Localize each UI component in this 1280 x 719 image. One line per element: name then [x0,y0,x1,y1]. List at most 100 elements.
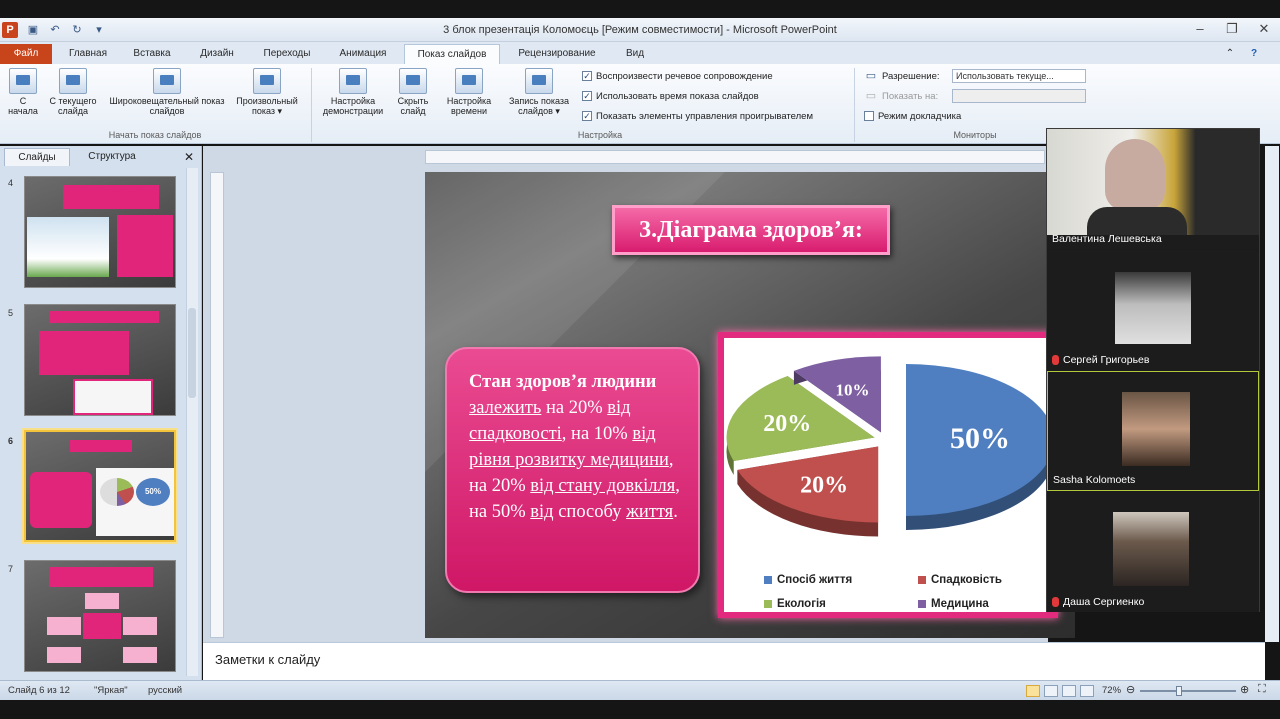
use-timings-checkbox[interactable]: ✓ Использовать время показа слайдов [582,88,852,104]
rehearse-timings-button[interactable]: Настройка времени [440,68,498,116]
slides-scrollbar[interactable] [186,168,198,676]
legend-item-ecology: Екологія [764,598,826,610]
video-participants-panel: Валентина Лешевська Сергей Григорьев Sas… [1046,128,1260,612]
chart-frame[interactable]: 50% 20% 20% 10% Спосіб життя Спадковість Ек… [718,332,1058,618]
tab-insert[interactable]: Вставка [122,44,182,64]
zoom-slider[interactable] [1140,690,1236,692]
show-on-dropdown[interactable] [952,89,1086,103]
normal-view-icon[interactable] [1026,685,1040,697]
thumb-image [73,379,153,415]
tab-slide-show[interactable]: Показ слайдов [404,44,500,64]
text-run: , на 10% [561,424,633,444]
thumb-text [117,215,173,277]
tab-outline[interactable]: Структура [74,148,150,166]
vertical-scrollbar[interactable] [1265,146,1279,642]
avatar [1115,272,1191,344]
slide-counter: Слайд 6 из 12 [8,685,70,696]
from-current-slide-button[interactable]: С текущего слайда [44,68,102,116]
scroll-thumb[interactable] [188,308,196,398]
ribbon-minimize-icon[interactable]: ⌃ [1220,44,1240,64]
tab-transitions[interactable]: Переходы [252,44,322,64]
slideshow-view-icon[interactable] [1080,685,1094,697]
group-separator [854,68,855,142]
tab-home[interactable]: Главная [58,44,118,64]
slide-text-box[interactable]: Стан здоров’я людини залежить на 20% від… [445,347,700,593]
text-run: життя [626,502,674,522]
legend-swatch [764,600,772,608]
minimize-icon[interactable]: – [1184,18,1216,40]
thumb-box [123,617,157,635]
show-media-controls-checkbox[interactable]: ✓ Показать элементы управления проигрыват… [582,108,852,124]
window-controls: – ❐ ✕ [1184,18,1280,42]
powerpoint-logo-icon[interactable]: P [2,22,18,38]
thumb-pie-left [100,478,134,506]
presenter-view-checkbox[interactable]: Режим докладчика [864,108,1086,124]
participant-tile-active[interactable]: Sasha Kolomoets [1047,371,1259,491]
slideshow-start-icon [9,68,37,94]
redo-icon[interactable]: ↻ [70,23,84,37]
tab-view[interactable]: Вид [614,44,656,64]
participant-name: Даша Сергиенко [1052,596,1144,608]
tab-animation[interactable]: Анимация [326,44,400,64]
play-narrations-checkbox[interactable]: ✓ Воспроизвести речевое сопровождение [582,68,852,84]
group-label-setup: Настройка [577,130,623,140]
fit-to-window-icon[interactable]: ⛶ [1258,683,1266,696]
resolution-dropdown[interactable]: Использовать текуще... [952,69,1086,83]
tab-review[interactable]: Рецензирование [504,44,610,64]
undo-icon[interactable]: ↶ [48,23,62,37]
reading-view-icon[interactable] [1062,685,1076,697]
notes-pane[interactable]: Заметки к слайду [203,642,1265,680]
participant-tile[interactable]: Сергей Григорьев [1047,250,1259,370]
close-pane-icon[interactable]: ✕ [180,148,198,166]
text-run: способу [553,502,627,522]
slide-thumbnail-6[interactable]: 50% [24,430,176,542]
zoom-out-icon[interactable]: ⊖ [1126,683,1135,696]
person-body [1087,207,1187,235]
slide-title[interactable]: 3.Діаграма здоров’я: [612,205,890,255]
group-label-monitors: Мониторы [953,130,997,140]
window-title: 3 блок презентація Коломоєць [Режим совм… [443,24,837,36]
setup-slideshow-button[interactable]: Настройка демонстрации [314,68,392,116]
group-label-start: Начать показ слайдов [108,130,202,140]
setup-show-icon [339,68,367,94]
monitors-group: ▭ Разрешение: Использовать текуще... ▭ П… [864,68,1086,124]
participant-name: Sasha Kolomoets [1053,474,1136,486]
hide-slide-button[interactable]: Скрыть слайд [392,68,434,116]
custom-slideshow-button[interactable]: Произвольный показ ▾ [226,68,308,116]
legend-item-lifestyle: Спосіб життя [764,574,852,586]
slide-sorter-icon[interactable] [1044,685,1058,697]
broadcast-slideshow-button[interactable]: Широковещательный показ слайдов [108,68,226,116]
help-icon[interactable]: ? [1244,44,1264,64]
slide-body-text: Стан здоров’я людини залежить на 20% від… [469,372,680,522]
tab-file[interactable]: Файл [0,44,52,64]
slides-pane-tabs: Слайды Структура ✕ [0,146,202,166]
tab-design[interactable]: Дизайн [186,44,248,64]
thumb-box [123,647,157,663]
avatar [1113,512,1189,586]
customize-qat-icon[interactable]: ▾ [92,23,106,37]
participant-name: Валентина Лешевська [1052,233,1162,245]
notes-placeholder: Заметки к слайду [215,652,321,667]
slide-thumbnail-5[interactable] [24,304,176,416]
save-icon[interactable]: ▣ [26,23,40,37]
thumb-text [30,472,92,528]
theme-name[interactable]: "Яркая" [94,685,128,696]
rehearse-timings-icon [455,68,483,94]
participant-tile[interactable]: Валентина Лешевська [1047,129,1259,249]
language-indicator[interactable]: русский [148,685,182,696]
record-slideshow-button[interactable]: Запись показа слайдов ▾ [500,68,578,116]
slide-thumbnail-7[interactable] [24,560,176,672]
slide-thumbnail-4[interactable] [24,176,176,288]
from-beginning-button[interactable]: С начала [4,68,42,116]
tab-slides[interactable]: Слайды [4,148,70,166]
zoom-slider-thumb[interactable] [1176,686,1182,696]
legend-swatch [918,576,926,584]
participant-tile[interactable]: Даша Сергиенко [1047,492,1259,612]
close-icon[interactable]: ✕ [1248,18,1280,40]
maximize-icon[interactable]: ❐ [1216,18,1248,40]
legend-item-medicine: Медицина [918,598,989,610]
slide-canvas[interactable]: 3.Діаграма здоров’я: Стан здоров’я людин… [425,172,1075,638]
vertical-ruler [210,172,224,638]
zoom-level[interactable]: 72% [1102,685,1121,696]
zoom-in-icon[interactable]: ⊕ [1240,683,1249,696]
